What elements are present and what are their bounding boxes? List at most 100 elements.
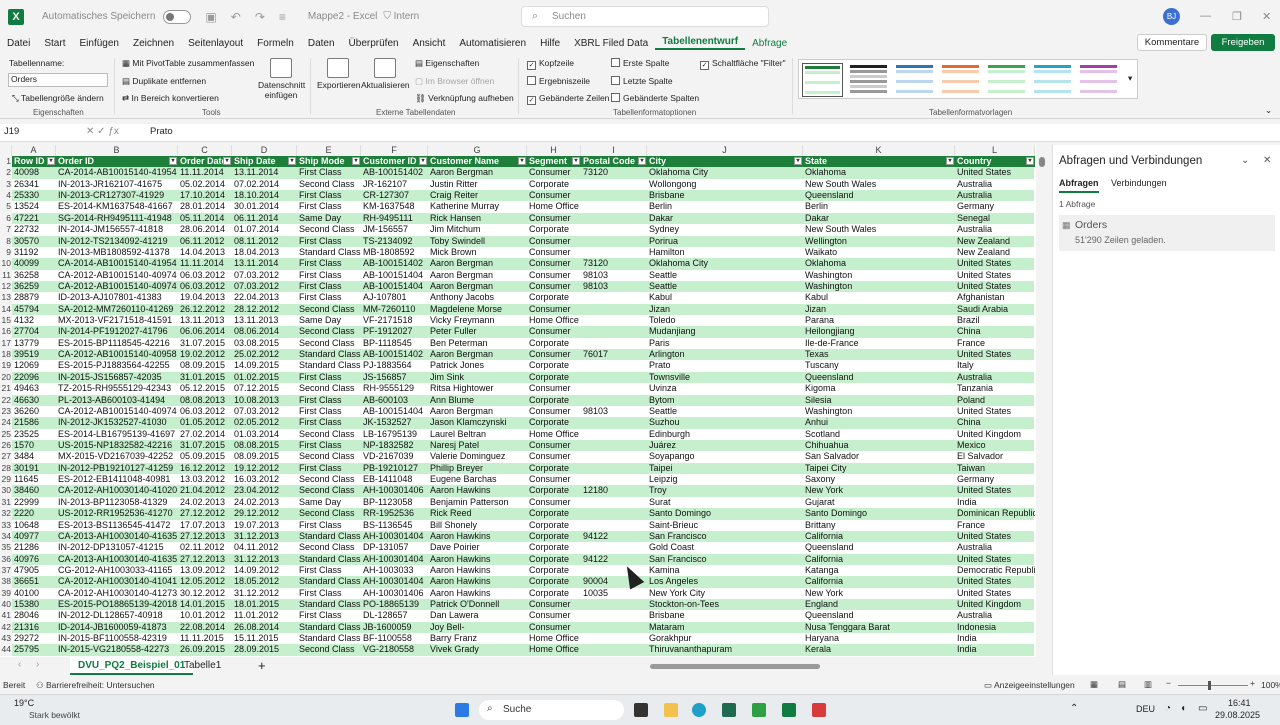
table-cell[interactable]: Corporate: [527, 588, 581, 599]
table-cell[interactable]: IN-2015-VG2180558-42273: [56, 644, 178, 655]
table-cell[interactable]: 28.06.2014: [178, 224, 232, 235]
table-cell[interactable]: India: [955, 497, 1035, 508]
table-cell[interactable]: Corporate: [527, 372, 581, 383]
table-cell[interactable]: Corporate: [527, 554, 581, 565]
table-cell[interactable]: AH-100301404: [361, 554, 428, 565]
table-cell[interactable]: 25330: [12, 190, 56, 201]
table-cell[interactable]: Katanga: [803, 565, 955, 576]
table-cell[interactable]: BP-1118545: [361, 338, 428, 349]
table-cell[interactable]: 05.12.2015: [178, 383, 232, 394]
table-cell[interactable]: Queensland: [803, 542, 955, 553]
table-cell[interactable]: 25.02.2012: [232, 349, 297, 360]
row-header[interactable]: 40: [0, 599, 12, 611]
speaker-icon[interactable]: ◖: [1180, 703, 1186, 714]
table-cell[interactable]: Mick Brown: [428, 247, 527, 258]
table-cell[interactable]: 10648: [12, 520, 56, 531]
table-cell[interactable]: 08.11.2012: [232, 236, 297, 247]
table-cell[interactable]: AB-100151404: [361, 281, 428, 292]
table-cell[interactable]: DP-131057: [361, 542, 428, 553]
table-cell[interactable]: First Class: [297, 270, 361, 281]
table-cell[interactable]: CA-2012-AH10030140-41041: [56, 576, 178, 587]
row-header[interactable]: 31: [0, 496, 12, 509]
table-cell[interactable]: Oklahoma City: [647, 167, 803, 178]
table-cell[interactable]: Poland: [955, 395, 1035, 406]
table-cell[interactable]: Indonesia: [955, 622, 1035, 633]
table-cell[interactable]: AB-100151404: [361, 406, 428, 417]
table-cell[interactable]: CR-127307: [361, 190, 428, 201]
style-swatch[interactable]: [802, 63, 843, 97]
table-cell[interactable]: India: [955, 644, 1035, 655]
table-cell[interactable]: 18.10.2014: [232, 190, 297, 201]
table-cell[interactable]: ID-2014-JB1600059-41873: [56, 622, 178, 633]
redo-icon[interactable]: ↷: [255, 10, 265, 24]
table-cell[interactable]: Same Day: [297, 497, 361, 508]
row-header[interactable]: 8: [0, 235, 12, 247]
table-cell[interactable]: SG-2014-RH9495111-41948: [56, 213, 178, 224]
table-cell[interactable]: Second Class: [297, 542, 361, 553]
table-cell[interactable]: United States: [955, 588, 1035, 599]
table-cell[interactable]: AH-100301404: [361, 576, 428, 587]
table-cell[interactable]: Australia: [955, 224, 1035, 235]
row-header[interactable]: 25: [0, 428, 12, 440]
table-cell[interactable]: Aaron Bergman: [428, 270, 527, 281]
table-cell[interactable]: Second Class: [297, 383, 361, 394]
filter-button-checkbox[interactable]: ✓ Schaltfläche "Filter": [700, 58, 786, 70]
table-cell[interactable]: PB-19210127: [361, 463, 428, 474]
table-cell[interactable]: Second Class: [297, 485, 361, 496]
table-cell[interactable]: Corporate: [527, 463, 581, 474]
table-cell[interactable]: Berlin: [803, 201, 955, 212]
table-cell[interactable]: [581, 236, 647, 247]
row-header[interactable]: 26: [0, 440, 12, 452]
table-name-input[interactable]: Orders: [8, 73, 108, 87]
explorer-icon[interactable]: [664, 703, 678, 717]
table-cell[interactable]: 31.01.2015: [178, 372, 232, 383]
table-cell[interactable]: 21286: [12, 542, 56, 553]
table-cell[interactable]: Queensland: [803, 190, 955, 201]
properties-button[interactable]: ▤ Eigenschaften: [415, 58, 479, 69]
table-cell[interactable]: Second Class: [297, 326, 361, 337]
table-cell[interactable]: 22.04.2013: [232, 292, 297, 303]
table-cell[interactable]: IN-2014-PF1912027-41796: [56, 326, 178, 337]
tab-seitenlayout[interactable]: Seitenlayout: [181, 38, 250, 49]
row-header[interactable]: 38: [0, 576, 12, 588]
table-cell[interactable]: Corporate: [527, 485, 581, 496]
table-cell[interactable]: 29272: [12, 633, 56, 644]
filter-dropdown-icon[interactable]: ▾: [288, 157, 296, 165]
style-swatch[interactable]: [1078, 63, 1119, 97]
table-cell[interactable]: 03.08.2015: [232, 338, 297, 349]
table-cell[interactable]: AB-100151402: [361, 167, 428, 178]
table-cell[interactable]: Dakar: [803, 213, 955, 224]
table-cell[interactable]: Consumer: [527, 349, 581, 360]
row-header[interactable]: 23: [0, 405, 12, 418]
table-cell[interactable]: 31.12.2013: [232, 554, 297, 565]
table-cell[interactable]: Jason Klamczynski: [428, 417, 527, 428]
row-header[interactable]: 18: [0, 349, 12, 361]
table-cell[interactable]: Corporate: [527, 520, 581, 531]
table-cell[interactable]: Mexico: [955, 440, 1035, 451]
wifi-icon[interactable]: ◔: [1165, 703, 1171, 714]
table-cell[interactable]: First Class: [297, 258, 361, 269]
row-header[interactable]: 12: [0, 280, 12, 293]
table-cell[interactable]: Joy Bell-: [428, 622, 527, 633]
table-cell[interactable]: 98103: [581, 406, 647, 417]
table-cell[interactable]: Aaron Hawkins: [428, 531, 527, 542]
row-header[interactable]: 14: [0, 303, 12, 316]
row-header[interactable]: 1: [0, 156, 12, 168]
table-cell[interactable]: 11.11.2014: [178, 167, 232, 178]
table-cell[interactable]: Brittany: [803, 520, 955, 531]
table-cell[interactable]: United Kingdom: [955, 429, 1035, 440]
autosave-toggle[interactable]: [163, 9, 192, 24]
table-cell[interactable]: United States: [955, 167, 1035, 178]
app-icon[interactable]: [722, 703, 736, 717]
table-cell[interactable]: [581, 417, 647, 428]
table-cell[interactable]: Second Class: [297, 451, 361, 462]
save-icon[interactable]: ▣: [205, 10, 216, 24]
table-cell[interactable]: 46630: [12, 395, 56, 406]
table-cell[interactable]: ID-2013-AJ107801-41383: [56, 292, 178, 303]
table-cell[interactable]: 38460: [12, 485, 56, 496]
table-cell[interactable]: Waikato: [803, 247, 955, 258]
zoom-level[interactable]: 100%: [1261, 680, 1280, 690]
table-cell[interactable]: Santo Domingo: [803, 508, 955, 519]
table-cell[interactable]: First Class: [297, 201, 361, 212]
table-cell[interactable]: 26.08.2014: [232, 622, 297, 633]
